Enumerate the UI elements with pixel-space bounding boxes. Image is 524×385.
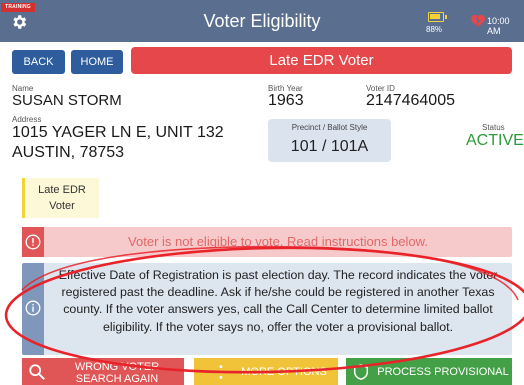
alert-side xyxy=(22,227,44,257)
voter-name: SUSAN STORM xyxy=(12,92,122,109)
more-options-button[interactable]: MORE OPTIONS xyxy=(194,358,338,385)
exclamation-icon xyxy=(25,234,41,250)
battery-percent: 88% xyxy=(426,25,443,34)
late-edr-tag-line2: Voter xyxy=(49,200,75,212)
battery-icon xyxy=(428,12,447,22)
late-edr-tag: Late EDR Voter xyxy=(22,178,99,218)
precinct-label: Precinct / Ballot Style xyxy=(291,123,368,132)
status-label: Status xyxy=(482,123,505,132)
voter-type-banner: Late EDR Voter xyxy=(131,47,512,74)
precinct-box: Precinct / Ballot Style 101 / 101A xyxy=(268,119,391,162)
status-value: ACTIVE xyxy=(466,132,524,149)
late-edr-tag-line1: Late EDR xyxy=(38,184,86,196)
shield-icon xyxy=(353,364,369,380)
wrong-voter-label-line1: WRONG VOTER xyxy=(74,361,160,373)
info-side xyxy=(22,263,44,355)
instructions-text: Effective Date of Registration is past e… xyxy=(58,268,498,334)
address-label: Address xyxy=(12,115,42,124)
back-button[interactable]: BACK xyxy=(12,50,65,74)
process-provisional-button[interactable]: PROCESS PROVISIONAL xyxy=(346,358,512,385)
title-bar: TRAINING Voter Eligibility 88% 10:00 AM xyxy=(0,0,524,42)
process-provisional-label: PROCESS PROVISIONAL xyxy=(377,366,509,378)
address-line1: 1015 YAGER LN E, UNIT 132 xyxy=(12,124,224,141)
ineligible-alert: Voter is not eligible to vote. Read inst… xyxy=(22,227,512,257)
home-button[interactable]: HOME xyxy=(71,50,123,74)
options-icon xyxy=(219,365,223,379)
wrong-voter-label: WRONG VOTER SEARCH AGAIN xyxy=(52,361,182,385)
battery-level-fill xyxy=(430,14,440,19)
more-options-label: MORE OPTIONS xyxy=(241,366,327,378)
clock: 10:00 AM xyxy=(487,16,510,36)
instructions-panel: Effective Date of Registration is past e… xyxy=(22,263,512,355)
battery-indicator: 88% xyxy=(426,12,450,36)
voter-id: 2147464005 xyxy=(366,92,455,109)
wrong-voter-button[interactable]: WRONG VOTER SEARCH AGAIN xyxy=(22,358,184,385)
broken-heart-icon xyxy=(471,14,485,28)
info-icon xyxy=(25,300,41,316)
address-line2: AUSTIN, 78753 xyxy=(12,144,125,161)
alert-text: Voter is not eligible to vote. Read inst… xyxy=(128,234,428,249)
birth-year: 1963 xyxy=(268,92,304,109)
search-icon xyxy=(29,364,45,380)
precinct-value: 101 / 101A xyxy=(290,138,369,155)
wrong-voter-label-line2: SEARCH AGAIN xyxy=(75,373,159,385)
